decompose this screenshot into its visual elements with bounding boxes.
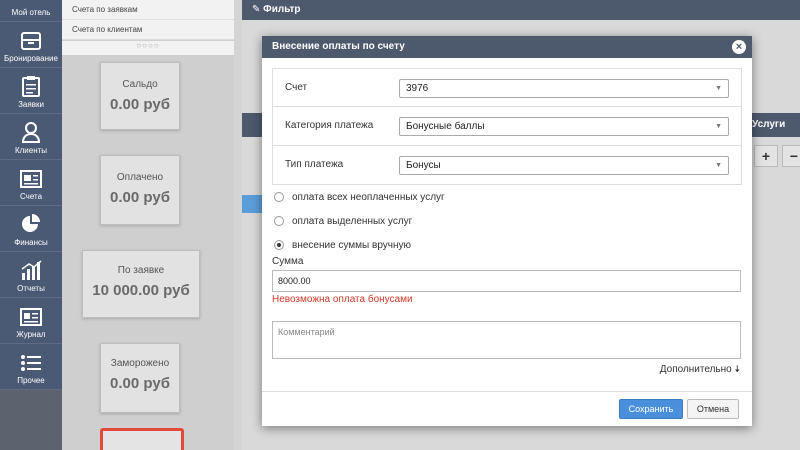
stat-label: Оплачено [116,172,164,183]
chevron-down-icon: ▼ [715,162,722,169]
nav-item-label: Бронирование [4,54,58,63]
journal-icon [20,308,42,326]
radio-button[interactable] [274,192,284,202]
nav-item-requests[interactable]: Заявки [0,68,62,114]
dialog-title: Внесение оплаты по счету [272,41,405,52]
services-title: Услуги [752,119,786,130]
comment-textarea[interactable]: Комментарий [272,321,741,359]
field-row-payment-category: Категория платежа Бонусные баллы ▼ [272,107,742,146]
remove-service-button[interactable]: − [782,145,800,167]
radio-button-checked[interactable] [274,240,284,250]
nav-item-label: Прочее [17,376,45,385]
user-icon [21,122,41,143]
payment-type-select[interactable]: Бонусы ▼ [399,156,729,175]
cancel-button[interactable]: Отмена [687,399,739,419]
stat-value: 10 000.00 руб [92,282,190,299]
field-label: Счет [285,82,308,93]
nav-item-invoices[interactable]: Счета [0,160,62,206]
filter-title: Фильтр [263,4,301,15]
panel-divider[interactable] [234,0,242,450]
stat-card-balance: Сальдо 0.00 руб [100,62,180,130]
field-row-payment-type: Тип платежа Бонусы ▼ [272,146,742,185]
pencil-icon: ✎ [252,4,261,15]
nav-item-journal[interactable]: Журнал [0,298,62,344]
radio-label: оплата всех неоплаченных услуг [292,191,445,203]
arrow-down-icon: 🠇 [734,364,740,375]
footer-divider [262,391,752,392]
nav-item-other[interactable]: Прочее [0,344,62,390]
box-icon [21,32,41,50]
stat-value: 0.00 руб [110,96,170,113]
nav-item-label: Мой отель [11,8,51,17]
radio-label: внесение суммы вручную [292,239,412,251]
stat-card-by-request: По заявке 10 000.00 руб [82,250,200,318]
payment-category-select[interactable]: Бонусные баллы ▼ [399,117,729,136]
invoice-type-list: Счета по заявкам Счета по клиентам [62,0,234,41]
field-row-invoice: Счет 3976 ▼ [272,68,742,107]
select-value: 3976 [406,83,429,94]
side-list-item[interactable]: Счета по клиентам [62,20,234,40]
payment-dialog: Внесение оплаты по счету × Счет 3976 ▼ К… [262,36,752,426]
clipboard-icon [22,76,40,97]
close-icon[interactable]: × [732,40,746,54]
nav-item-clients[interactable]: Клиенты [0,114,62,160]
save-button[interactable]: Сохранить [619,399,683,419]
stat-label: Заморожено [110,358,170,369]
select-value: Бонусные баллы [406,121,485,132]
stat-label: По заявке [117,265,165,276]
add-service-button[interactable]: + [754,145,778,167]
radio-manual-amount[interactable]: внесение суммы вручную [262,233,752,257]
stat-value: 0.00 руб [110,375,170,392]
pie-chart-icon [22,214,40,232]
chevron-down-icon: ▼ [715,123,722,130]
more-toggle[interactable]: Дополнительно 🠇 [660,362,740,379]
field-label: Категория платежа [285,120,374,131]
nav-item-label: Заявки [18,100,44,109]
nav-item-label: Финансы [14,238,48,247]
invoice-icon [20,170,42,188]
filter-header[interactable]: ✎ Фильтр [242,0,800,20]
nav-item-booking[interactable]: Бронирование [0,22,62,68]
nav-item-label: Счета [19,192,43,201]
side-list-item[interactable]: Счета по заявкам [62,0,234,20]
stat-label: Сальдо [122,79,158,90]
radio-pay-all[interactable]: оплата всех неоплаченных услуг [262,185,752,209]
sum-label: Сумма [272,256,304,267]
more-label: Дополнительно [659,364,732,375]
resize-handle[interactable]: ○○○○ [62,41,234,55]
nav-item-reports[interactable]: Отчеты [0,252,62,298]
selected-row-marker [242,195,262,213]
error-message: Невозможна оплата бонусами [272,294,413,305]
radio-pay-selected[interactable]: оплата выделенных услуг [262,209,752,233]
bar-chart-icon [21,260,42,280]
radio-button[interactable] [274,216,284,226]
field-label: Тип платежа [285,159,344,170]
invoice-select[interactable]: 3976 ▼ [399,79,729,98]
select-value: Бонусы [406,160,441,171]
dialog-header: Внесение оплаты по счету × [262,36,752,58]
main-nav: Мой отель Бронирование Заявки Клиенты Сч… [0,0,62,450]
chevron-down-icon: ▼ [715,85,722,92]
nav-item-finance[interactable]: Финансы [0,206,62,252]
stat-card-frozen: Заморожено 0.00 руб [100,343,180,413]
highlighted-card[interactable] [100,428,184,450]
nav-item-label: Журнал [16,330,46,339]
nav-item-my-hotel[interactable]: Мой отель [0,0,62,22]
nav-filler [0,390,62,450]
nav-item-label: Клиенты [14,146,48,155]
list-icon [21,355,41,371]
radio-label: оплата выделенных услуг [292,215,413,227]
stat-card-paid: Оплачено 0.00 руб [100,155,180,225]
sum-input[interactable]: 8000.00 [272,270,741,292]
nav-item-label: Отчеты [17,284,45,293]
stat-value: 0.00 руб [110,189,170,206]
